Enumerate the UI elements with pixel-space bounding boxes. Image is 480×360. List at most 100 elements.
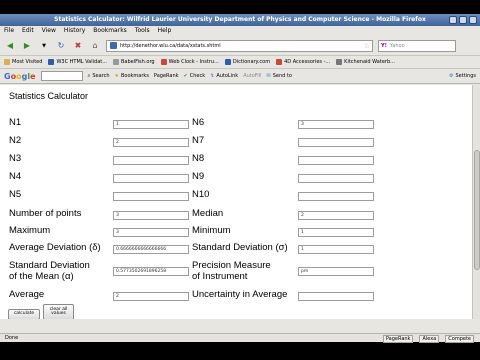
link-icon: ↯ xyxy=(210,73,215,79)
compete-status[interactable]: Compete xyxy=(445,335,474,343)
alexa-status[interactable]: Alexa xyxy=(419,335,440,343)
label-n9: N9 xyxy=(192,171,205,182)
google-bookmarks-button[interactable]: ★ Bookmarks xyxy=(115,73,149,79)
bookmark-item[interactable]: BabelFish.org xyxy=(113,59,155,65)
scrollbar-thumb[interactable] xyxy=(474,150,480,270)
label-n2: N2 xyxy=(9,135,22,146)
menu-bookmarks[interactable]: Bookmarks xyxy=(93,26,127,36)
input-n3[interactable] xyxy=(113,156,189,165)
google-settings-button[interactable]: ⚙ Settings xyxy=(449,73,480,79)
bookmark-item[interactable]: Dictionary.com xyxy=(224,59,270,65)
input-precision[interactable]: pm xyxy=(298,267,374,276)
check-icon: ✔ xyxy=(183,73,188,79)
google-search-input[interactable] xyxy=(40,71,83,81)
search-box[interactable]: Y! Yahoo xyxy=(378,39,456,52)
output-minimum[interactable]: 1 xyxy=(298,228,374,237)
window-title: Statistics Calculator: Wilfrid Laurier U… xyxy=(54,16,426,23)
output-standard-deviation[interactable]: 1 xyxy=(298,245,374,254)
close-button[interactable] xyxy=(469,16,477,24)
maximize-button[interactable] xyxy=(459,16,467,24)
label-median: Median xyxy=(192,208,224,219)
output-number-of-points[interactable]: 3 xyxy=(113,211,189,220)
output-sd-mean[interactable]: 0.5773502691896258 xyxy=(113,267,189,276)
url-bar[interactable]: http://denethor.wlu.ca/data/xstats.shtml… xyxy=(106,39,373,52)
stop-icon[interactable]: ✖ xyxy=(72,40,84,52)
bookmarks-toolbar: Most Visited W3C HTML Validat... BabelFi… xyxy=(0,56,480,69)
page-icon xyxy=(336,59,343,65)
label-n7: N7 xyxy=(192,135,205,146)
clear-values-label: values xyxy=(51,311,66,316)
input-n4[interactable] xyxy=(113,174,189,183)
label-uncertainty: Uncertainty in Average xyxy=(192,289,288,300)
url-text: http://denethor.wlu.ca/data/xstats.shtml xyxy=(120,42,221,49)
output-maximum[interactable]: 3 xyxy=(113,228,189,237)
label-maximum: Maximum xyxy=(9,225,51,236)
input-n6[interactable]: 3 xyxy=(298,120,374,129)
send-icon: ✉ xyxy=(266,73,271,79)
forward-icon[interactable]: ▶ xyxy=(21,40,33,52)
dictionary-icon xyxy=(224,59,231,65)
page-content: Statistics Calculator N1 1 N6 3 N2 2 N7 … xyxy=(0,85,472,319)
label-average-deviation: Average Deviation (δ) xyxy=(9,242,101,253)
output-uncertainty[interactable] xyxy=(298,292,374,301)
clear-all-button[interactable]: clear all values xyxy=(43,304,74,319)
label-n8: N8 xyxy=(192,153,205,164)
history-dropdown-icon[interactable]: ▼ xyxy=(38,40,50,52)
page-icon xyxy=(113,59,119,65)
input-n7[interactable] xyxy=(298,138,374,147)
home-icon[interactable]: ⌂ xyxy=(89,40,101,52)
menu-bar: File Edit View History Bookmarks Tools H… xyxy=(0,26,480,36)
menu-help[interactable]: Help xyxy=(158,26,172,36)
bookmark-star-icon[interactable]: ☆ xyxy=(364,42,372,50)
clock-icon xyxy=(160,59,167,65)
calculate-button[interactable]: calculate xyxy=(8,309,40,319)
label-precision-line2: of Instrument xyxy=(192,271,248,282)
label-number-of-points: Number of points xyxy=(9,208,82,219)
pagerank-status[interactable]: PageRank xyxy=(382,335,414,343)
star-icon: ★ xyxy=(114,73,119,79)
pagerank-button[interactable]: PageRank xyxy=(154,73,179,79)
bookmark-item[interactable]: 4D Accessories -... xyxy=(276,59,330,65)
output-average-deviation[interactable]: 0.6666666666666666 xyxy=(113,245,189,254)
menu-edit[interactable]: Edit xyxy=(22,26,34,36)
input-n10[interactable] xyxy=(298,192,374,201)
autofill-button[interactable]: AutoFill xyxy=(243,73,261,79)
back-icon[interactable]: ◀ xyxy=(4,40,16,52)
google-search-button[interactable]: ⌕ Search xyxy=(88,73,110,79)
output-median[interactable]: 2 xyxy=(298,211,374,220)
input-n9[interactable] xyxy=(298,174,374,183)
minimize-button[interactable] xyxy=(449,16,457,24)
menu-view[interactable]: View xyxy=(42,26,56,36)
reload-icon[interactable]: ↻ xyxy=(55,40,67,52)
output-average[interactable]: 2 xyxy=(113,292,189,301)
autolink-button[interactable]: ↯ AutoLink xyxy=(210,73,238,79)
bookmark-item[interactable]: W3C HTML Validat... xyxy=(48,59,107,65)
label-precision-line1: Precision Measure xyxy=(192,260,271,271)
w3c-icon xyxy=(48,59,55,65)
label-n5: N5 xyxy=(9,189,22,200)
video-frame: Statistics Calculator: Wilfrid Laurier U… xyxy=(0,0,480,360)
input-n5[interactable] xyxy=(113,192,189,201)
menu-history[interactable]: History xyxy=(64,26,85,36)
page-scrollbar[interactable] xyxy=(472,85,480,319)
check-button[interactable]: ✔ Check xyxy=(184,73,206,79)
bookmark-folder-icon xyxy=(4,59,10,65)
wrench-icon: ⚙ xyxy=(449,73,454,79)
input-n8[interactable] xyxy=(298,156,374,165)
search-engine-icon[interactable]: Y! xyxy=(381,43,387,49)
bookmark-item[interactable]: Most Visited xyxy=(4,59,42,65)
bookmark-item[interactable]: Web Clock - Instru... xyxy=(160,59,219,65)
bookmark-item[interactable]: Kitchenaid Waterb... xyxy=(336,59,395,65)
window-titlebar[interactable]: Statistics Calculator: Wilfrid Laurier U… xyxy=(0,14,480,26)
input-n1[interactable]: 1 xyxy=(113,120,189,129)
site-favicon-icon xyxy=(110,42,117,49)
send-to-button[interactable]: ✉ Send to xyxy=(266,73,291,79)
menu-tools[interactable]: Tools xyxy=(135,26,150,36)
label-n4: N4 xyxy=(9,171,22,182)
label-n10: N10 xyxy=(192,189,210,200)
menu-file[interactable]: File xyxy=(4,26,14,36)
label-n1: N1 xyxy=(9,117,22,128)
google-toolbar: Google ⌕ Search ★ Bookmarks PageRank ✔ Chec… xyxy=(0,69,480,84)
input-n2[interactable]: 2 xyxy=(113,138,189,147)
navigation-toolbar: ◀ ▶ ▼ ↻ ✖ ⌂ http://denethor.wlu.ca/data/… xyxy=(0,36,480,56)
